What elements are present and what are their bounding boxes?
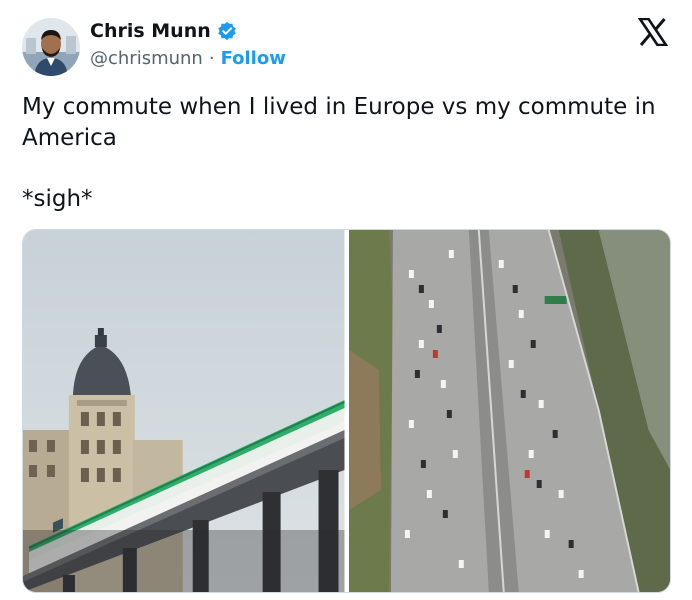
- avatar[interactable]: [22, 18, 80, 76]
- tweet-header: Chris Munn @chrismunn · Follow: [22, 16, 672, 78]
- author-handle[interactable]: @chrismunn: [90, 48, 203, 69]
- follow-button[interactable]: Follow: [221, 48, 286, 69]
- name-row: Chris Munn: [90, 20, 237, 42]
- separator-dot: ·: [208, 48, 215, 69]
- europe-train-photo[interactable]: [23, 230, 345, 592]
- tweet-media: [22, 229, 671, 593]
- tweet-card: Chris Munn @chrismunn · Follow My commut…: [0, 0, 692, 600]
- america-freeway-photo[interactable]: [348, 230, 670, 592]
- x-logo-icon[interactable]: [637, 17, 669, 47]
- tweet-text-sigh: *sigh*: [22, 186, 93, 212]
- author-name[interactable]: Chris Munn: [90, 20, 211, 42]
- verified-badge-icon: [217, 21, 237, 41]
- avatar-image: [22, 18, 80, 76]
- handle-row: @chrismunn · Follow: [90, 48, 286, 69]
- tweet-text-line: My commute when I lived in Europe vs my …: [22, 94, 656, 151]
- tweet-text: My commute when I lived in Europe vs my …: [22, 92, 662, 215]
